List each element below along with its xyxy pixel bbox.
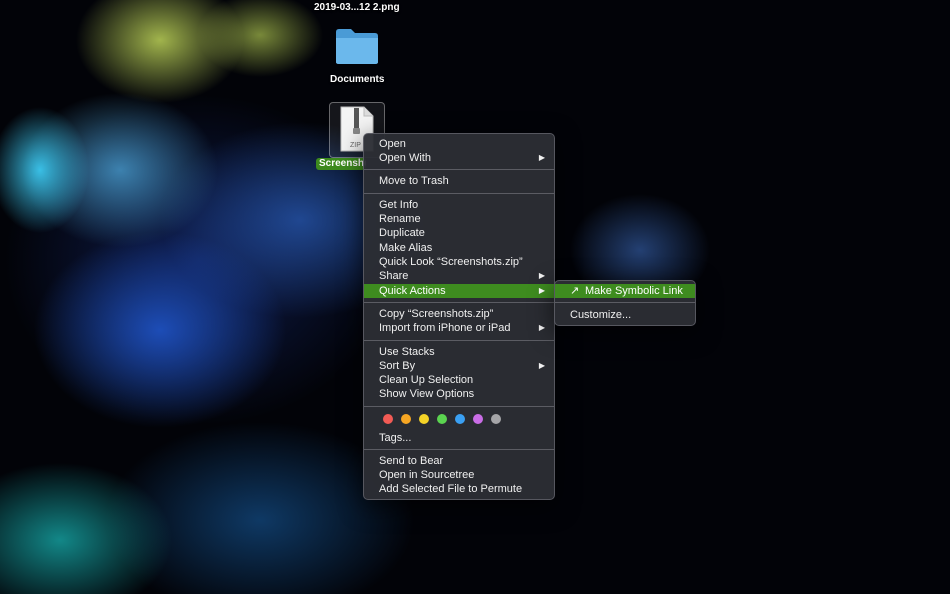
menu-item-duplicate[interactable]: Duplicate bbox=[364, 226, 554, 240]
menu-item-make-symbolic-link[interactable]: ↗ Make Symbolic Link bbox=[555, 284, 695, 298]
menu-separator bbox=[364, 169, 554, 170]
desktop-file-label-png[interactable]: 2019-03...12 2.png bbox=[314, 2, 400, 13]
menu-item-label: Make Symbolic Link bbox=[585, 285, 683, 297]
submenu-arrow-icon: ▶ bbox=[538, 323, 545, 332]
zip-icon-text: ZIP bbox=[350, 142, 361, 149]
menu-item-clean-up-selection[interactable]: Clean Up Selection bbox=[364, 373, 554, 387]
menu-item-label: Import from iPhone or iPad bbox=[379, 322, 511, 334]
menu-item-label: Open With bbox=[379, 152, 431, 164]
menu-item-label: Sort By bbox=[379, 360, 416, 372]
menu-item-move-to-trash[interactable]: Move to Trash bbox=[364, 174, 554, 188]
menu-item-get-info[interactable]: Get Info bbox=[364, 198, 554, 212]
tag-green[interactable] bbox=[437, 414, 447, 424]
tag-orange[interactable] bbox=[401, 414, 411, 424]
menu-item-make-alias[interactable]: Make Alias bbox=[364, 241, 554, 255]
menu-item-share[interactable]: Share ▶ bbox=[364, 269, 554, 283]
symbolic-link-icon: ↗ bbox=[570, 285, 580, 297]
menu-item-tags[interactable]: Tags... bbox=[364, 431, 554, 445]
menu-item-copy[interactable]: Copy “Screenshots.zip” bbox=[364, 307, 554, 321]
folder-icon[interactable] bbox=[334, 26, 380, 66]
tag-blue[interactable] bbox=[455, 414, 465, 424]
menu-item-open-with[interactable]: Open With ▶ bbox=[364, 151, 554, 165]
menu-item-use-stacks[interactable]: Use Stacks bbox=[364, 345, 554, 359]
menu-separator bbox=[364, 340, 554, 341]
menu-item-open-in-sourcetree[interactable]: Open in Sourcetree bbox=[364, 468, 554, 482]
tag-red[interactable] bbox=[383, 414, 393, 424]
menu-separator bbox=[364, 449, 554, 450]
menu-separator bbox=[364, 302, 554, 303]
tag-yellow[interactable] bbox=[419, 414, 429, 424]
menu-item-show-view-options[interactable]: Show View Options bbox=[364, 387, 554, 401]
menu-item-label: Quick Actions bbox=[379, 285, 446, 297]
menu-item-sort-by[interactable]: Sort By ▶ bbox=[364, 359, 554, 373]
menu-item-quick-actions[interactable]: Quick Actions ▶ bbox=[364, 284, 554, 298]
menu-item-customize[interactable]: Customize... bbox=[555, 308, 695, 322]
tag-purple[interactable] bbox=[473, 414, 483, 424]
folder-label-documents[interactable]: Documents bbox=[330, 74, 384, 85]
menu-item-quick-look[interactable]: Quick Look “Screenshots.zip” bbox=[364, 255, 554, 269]
submenu-arrow-icon: ▶ bbox=[538, 271, 545, 280]
menu-separator bbox=[364, 406, 554, 407]
menu-item-add-to-permute[interactable]: Add Selected File to Permute bbox=[364, 482, 554, 496]
menu-separator bbox=[364, 193, 554, 194]
menu-item-import-from-iphone[interactable]: Import from iPhone or iPad ▶ bbox=[364, 321, 554, 335]
submenu-arrow-icon: ▶ bbox=[538, 361, 545, 370]
submenu-arrow-icon: ▶ bbox=[538, 286, 545, 295]
tag-gray[interactable] bbox=[491, 414, 501, 424]
menu-separator bbox=[555, 302, 695, 303]
menu-item-label: Share bbox=[379, 270, 409, 282]
quick-actions-submenu: ↗ Make Symbolic Link Customize... bbox=[554, 280, 696, 326]
menu-item-rename[interactable]: Rename bbox=[364, 212, 554, 226]
submenu-arrow-icon: ▶ bbox=[538, 153, 545, 162]
selected-file-label[interactable]: Screenshots.zip bbox=[316, 158, 366, 170]
menu-item-send-to-bear[interactable]: Send to Bear bbox=[364, 454, 554, 468]
context-menu: Open Open With ▶ Move to Trash Get Info … bbox=[363, 133, 555, 500]
menu-item-open[interactable]: Open bbox=[364, 137, 554, 151]
